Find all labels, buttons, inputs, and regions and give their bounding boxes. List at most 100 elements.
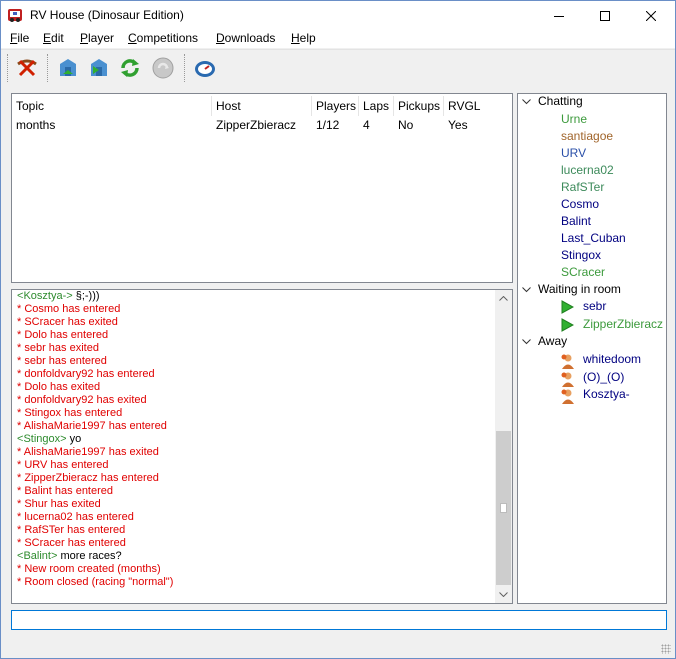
user-entry[interactable]: Balint: [561, 214, 591, 228]
user-group-label: Waiting in room: [538, 281, 621, 296]
status-bar: [1, 633, 675, 658]
chat-message: more races?: [60, 550, 122, 562]
nick-bracket: >: [60, 433, 70, 445]
stop-icon: [152, 57, 174, 79]
chat-nick: Balint: [23, 550, 51, 562]
user-entry[interactable]: URV: [561, 146, 586, 160]
chat-line: * sebr has exited: [17, 342, 99, 354]
host-room-button[interactable]: [54, 54, 82, 82]
window-title: RV House (Dinosaur Edition): [30, 8, 184, 22]
join-room-button[interactable]: [85, 54, 113, 82]
play-arrow-icon: [560, 300, 576, 316]
table-row[interactable]: months ZipperZbieracz 1/12 4 No Yes: [12, 94, 512, 138]
chat-line: * New room created (months): [17, 563, 161, 575]
user-entry[interactable]: santiagoe: [561, 129, 613, 143]
menu-player[interactable]: Player: [80, 31, 114, 45]
chat-line: * Cosmo has entered: [17, 303, 121, 315]
chevron-down-icon[interactable]: [522, 285, 538, 295]
user-entry[interactable]: whitedoom: [583, 352, 641, 366]
time-trial-button[interactable]: [191, 54, 219, 82]
user-entry[interactable]: SCracer: [561, 265, 605, 279]
room-list: Topic Host Players Laps Pickups RVGL mon…: [11, 93, 513, 283]
chat-line: * Balint has entered: [17, 485, 114, 497]
user-entry[interactable]: Last_Cuban: [561, 231, 626, 245]
refresh-button[interactable]: [116, 54, 144, 82]
refresh-icon: [121, 59, 139, 77]
menu-help[interactable]: Help: [291, 31, 316, 45]
user-entry[interactable]: sebr: [583, 299, 606, 313]
chat-message: yo: [69, 433, 82, 445]
play-arrow-icon: [560, 317, 576, 334]
user-entry[interactable]: ZipperZbieracz: [583, 317, 663, 331]
chevron-down-icon[interactable]: [522, 97, 538, 107]
scroll-up-arrow[interactable]: [495, 290, 512, 307]
user-entry[interactable]: Cosmo: [561, 197, 599, 211]
room-pickups: No: [398, 118, 414, 132]
toolbar-separator: [47, 54, 50, 82]
chat-lines: <Kosztya-> §;-))) * Cosmo has entered * SC…: [17, 290, 495, 589]
room-laps: 4: [363, 118, 370, 132]
user-group[interactable]: Waiting in room: [522, 282, 621, 296]
launch-game-button[interactable]: [149, 54, 177, 82]
user-group-label: Chatting: [538, 94, 583, 108]
user-entry[interactable]: RafSTer: [561, 180, 604, 194]
user-entry[interactable]: Stingox: [561, 248, 601, 262]
toolbar: [1, 49, 675, 85]
user-entry[interactable]: Urne: [561, 112, 587, 126]
chevron-down-icon: [499, 592, 508, 597]
away-user-icon: [560, 353, 576, 369]
title-bar[interactable]: RV House (Dinosaur Edition): [1, 1, 675, 30]
disconnect-icon: [17, 59, 37, 77]
host-room-icon: [60, 59, 76, 76]
chat-nick: Kosztya-: [23, 290, 67, 302]
minimize-button[interactable]: [536, 1, 582, 30]
user-entry[interactable]: (O)_(O): [583, 370, 624, 384]
away-user-icon: [560, 388, 576, 405]
chat-line: * Room closed (racing "normal"): [17, 576, 174, 588]
user-group[interactable]: Chatting: [522, 94, 583, 108]
chat-line: <Balint> more races?: [17, 550, 495, 563]
chat-log[interactable]: <Kosztya-> §;-))) * Cosmo has entered * SC…: [11, 289, 513, 604]
disconnect-button[interactable]: [13, 54, 41, 82]
user-group[interactable]: Away: [522, 334, 567, 348]
chat-line: * RafSTer has entered: [17, 524, 126, 536]
chat-line: * SCracer has entered: [17, 537, 126, 549]
chat-message: §;-))): [75, 290, 100, 302]
app-window: RV House (Dinosaur Edition) File Edit Pl…: [0, 0, 676, 659]
menu-bar: File Edit Player Competitions Downloads …: [1, 30, 675, 48]
chat-line: * ZipperZbieracz has entered: [17, 472, 159, 484]
chat-scrollbar[interactable]: [495, 290, 512, 603]
away-user-icon: [560, 371, 576, 387]
scroll-down-arrow[interactable]: [495, 586, 512, 603]
chat-line: <Kosztya-> §;-))): [17, 290, 495, 303]
user-list: Chatting Urne santiagoe URV lucerna02 RafSTer…: [517, 93, 667, 604]
chat-line: * donfoldvary92 has entered: [17, 368, 155, 380]
close-button[interactable]: [628, 1, 674, 30]
room-topic: months: [16, 118, 56, 132]
room-host: ZipperZbieracz: [216, 118, 297, 132]
maximize-button[interactable]: [582, 1, 628, 30]
user-group-label: Away: [538, 334, 568, 349]
close-icon: [646, 10, 656, 21]
chat-input[interactable]: [11, 610, 667, 630]
menu-competitions[interactable]: Competitions: [128, 31, 198, 45]
menu-edit[interactable]: Edit: [43, 31, 64, 45]
resize-grip[interactable]: [661, 644, 671, 654]
menu-file[interactable]: File: [10, 31, 29, 45]
chat-line: * Dolo has exited: [17, 381, 101, 393]
room-rvgl: Yes: [448, 118, 468, 132]
chat-line: * donfoldvary92 has exited: [17, 394, 147, 406]
menu-downloads[interactable]: Downloads: [216, 31, 275, 45]
user-entry[interactable]: Kosztya-: [583, 387, 630, 401]
chat-line: * Stingox has entered: [17, 407, 123, 419]
maximize-icon: [600, 10, 610, 21]
chevron-down-icon[interactable]: [522, 337, 538, 347]
chat-line: * AlishaMarie1997 has exited: [17, 446, 159, 458]
chat-line: * lucerna02 has entered: [17, 511, 134, 523]
scroll-thumb[interactable]: [496, 431, 511, 585]
chat-line: <Stingox> yo: [17, 433, 495, 446]
chat-line: * Shur has exited: [17, 498, 101, 510]
nick-bracket: >: [66, 290, 76, 302]
user-entry[interactable]: lucerna02: [561, 163, 614, 177]
toolbar-separator: [184, 54, 187, 82]
